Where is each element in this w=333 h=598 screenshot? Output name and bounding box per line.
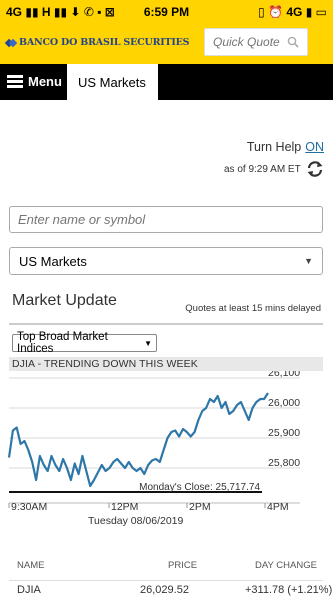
- col-price-header: PRICE: [168, 560, 198, 571]
- status-bar: 4G ▮▮ H ▮▮ ⬇ ✆ ▪ ⊠ 6:59 PM ▯ ⏰ 4G ▮ ▭: [0, 0, 333, 24]
- table-row[interactable]: DJIA 26,029.52 +311.78 (+1.21%): [0, 584, 333, 598]
- quick-quote-input[interactable]: [213, 35, 283, 49]
- menu-button[interactable]: Menu: [7, 74, 62, 89]
- row-price: 26,029.52: [140, 584, 189, 596]
- refresh-icon[interactable]: [306, 160, 324, 178]
- dropdown-arrow-icon: ▼: [144, 338, 152, 348]
- row-change: +311.78 (+1.21%): [245, 584, 333, 596]
- help-label: Turn Help: [246, 140, 302, 154]
- symbol-search-input[interactable]: [18, 212, 314, 227]
- market-select-value: US Markets: [19, 253, 87, 269]
- symbol-search-field[interactable]: [9, 206, 323, 233]
- help-toggle-row: Turn Help ON: [247, 140, 324, 154]
- row-divider: [9, 580, 323, 581]
- market-update-title: Market Update: [12, 292, 117, 309]
- brand-bar: BANCO DO BRASIL SECURITIES: [0, 24, 333, 64]
- col-name-header: NAME: [17, 560, 45, 571]
- hamburger-icon: [7, 75, 23, 88]
- brand-logo[interactable]: BANCO DO BRASIL SECURITIES: [4, 37, 190, 48]
- status-time: 6:59 PM: [143, 5, 190, 19]
- delay-note: Quotes at least 15 mins delayed: [185, 303, 321, 314]
- bb-logo-icon: [4, 38, 18, 48]
- quote-table-header: NAME PRICE DAY CHANGE: [0, 560, 333, 574]
- row-name: DJIA: [17, 584, 41, 596]
- chart-ticks: 26,100 26,000 25,900 25,800 9:30AM 12PM 2PM 4PM…: [11, 371, 300, 527]
- as-of-row: as of 9:29 AM ET: [224, 160, 324, 178]
- col-change-header: DAY CHANGE: [255, 560, 317, 571]
- help-on-link[interactable]: ON: [305, 140, 324, 154]
- y-tick-label: 26,000: [268, 397, 300, 409]
- x-tick-label: 9:30AM: [11, 501, 47, 513]
- x-tick-label: 4PM: [267, 501, 289, 513]
- index-group-value: Top Broad Market Indices: [17, 331, 108, 355]
- search-icon[interactable]: [287, 36, 299, 48]
- y-tick-label: 25,800: [268, 457, 300, 469]
- index-group-select[interactable]: Top Broad Market Indices ▼: [12, 331, 157, 355]
- quick-quote-field[interactable]: [204, 28, 308, 56]
- section-divider: [9, 323, 323, 325]
- reference-line-group: Monday's Close: 25,717.74: [9, 482, 262, 493]
- djia-intraday-chart[interactable]: Monday's Close: 25,717.74 26,100 26,000 25…: [0, 371, 333, 531]
- x-tick-label: 2PM: [189, 501, 211, 513]
- status-right-icons: ▯ ⏰ 4G ▮ ▭: [258, 5, 327, 19]
- x-date-label: Tuesday 08/06/2019: [88, 515, 184, 527]
- as-of-time: as of 9:29 AM ET: [224, 163, 301, 175]
- djia-series-line: [7, 392, 269, 488]
- dropdown-arrow-icon: ▼: [304, 256, 313, 266]
- market-select[interactable]: US Markets ▼: [9, 247, 323, 275]
- tab-us-markets[interactable]: US Markets: [67, 64, 158, 100]
- logo-text: BANCO DO BRASIL SECURITIES: [19, 37, 190, 48]
- y-tick-label: 25,900: [268, 427, 300, 439]
- menu-label: Menu: [28, 74, 62, 89]
- nav-bar: Menu: [0, 64, 333, 100]
- previous-close-label: Monday's Close: 25,717.74: [139, 482, 260, 493]
- x-tick-label: 12PM: [111, 501, 138, 513]
- trend-label: DJIA - TRENDING DOWN THIS WEEK: [9, 357, 323, 371]
- status-left-icons: 4G ▮▮ H ▮▮ ⬇ ✆ ▪ ⊠: [6, 5, 115, 19]
- y-tick-label: 26,100: [268, 371, 300, 379]
